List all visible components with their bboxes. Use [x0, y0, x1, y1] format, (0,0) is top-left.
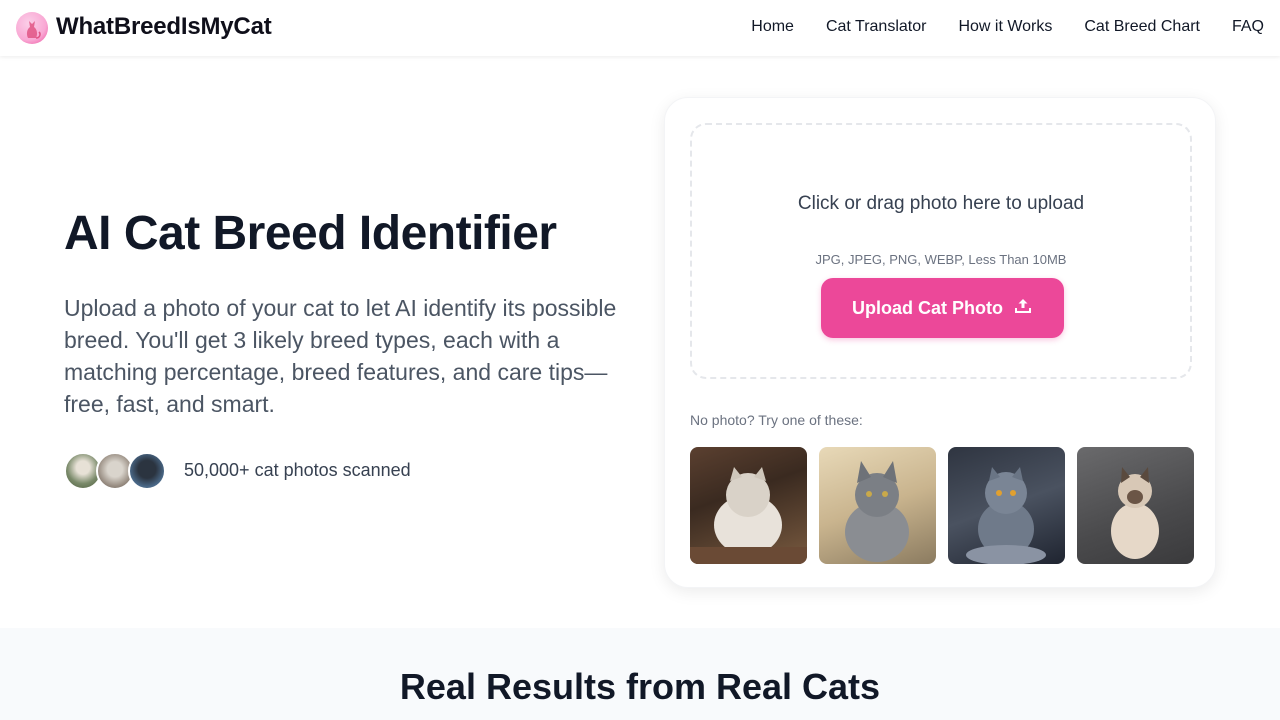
sample-label: No photo? Try one of these: [690, 412, 863, 428]
upload-button-label: Upload Cat Photo [852, 297, 1003, 318]
nav-home[interactable]: Home [751, 18, 794, 36]
main-nav: Home Cat Translator How it Works Cat Bre… [751, 18, 1264, 36]
brand-name[interactable]: WhatBreedIsMyCat [56, 13, 272, 41]
nav-cat-translator[interactable]: Cat Translator [826, 18, 926, 36]
sample-photo-maine-coon[interactable] [819, 447, 936, 564]
upload-icon [1013, 296, 1033, 321]
nav-faq[interactable]: FAQ [1232, 18, 1264, 36]
dropzone-title: Click or drag photo here to upload [797, 193, 1085, 214]
upload-cat-photo-button[interactable]: Upload Cat Photo [821, 278, 1064, 338]
hero-description: Upload a photo of your cat to let AI ide… [64, 295, 617, 417]
sample-photo-siamese[interactable] [1077, 447, 1194, 564]
sample-photo-british-shorthair[interactable] [948, 447, 1065, 564]
scanned-count: 50,000+ cat photos scanned [184, 460, 411, 480]
sample-photo-persian[interactable] [690, 447, 807, 564]
nav-cat-breed-chart[interactable]: Cat Breed Chart [1084, 18, 1200, 36]
sample-photos [690, 447, 1194, 564]
upload-dropzone[interactable]: Click or drag photo here to upload JPG, … [690, 123, 1192, 379]
hero-title: AI Cat Breed Identifier [64, 207, 557, 260]
results-title: Real Results from Real Cats [399, 666, 881, 707]
site-header: WhatBreedIsMyCat Home Cat Translator How… [0, 0, 1280, 56]
nav-how-it-works[interactable]: How it Works [958, 18, 1052, 36]
avatar-stack [64, 452, 166, 490]
dropzone-hint: JPG, JPEG, PNG, WEBP, Less Than 10MB [815, 252, 1067, 267]
avatar [128, 452, 166, 490]
upload-card: Click or drag photo here to upload JPG, … [664, 97, 1216, 588]
results-section: Real Results from Real Cats [0, 628, 1280, 720]
cat-logo-icon[interactable] [16, 12, 48, 44]
